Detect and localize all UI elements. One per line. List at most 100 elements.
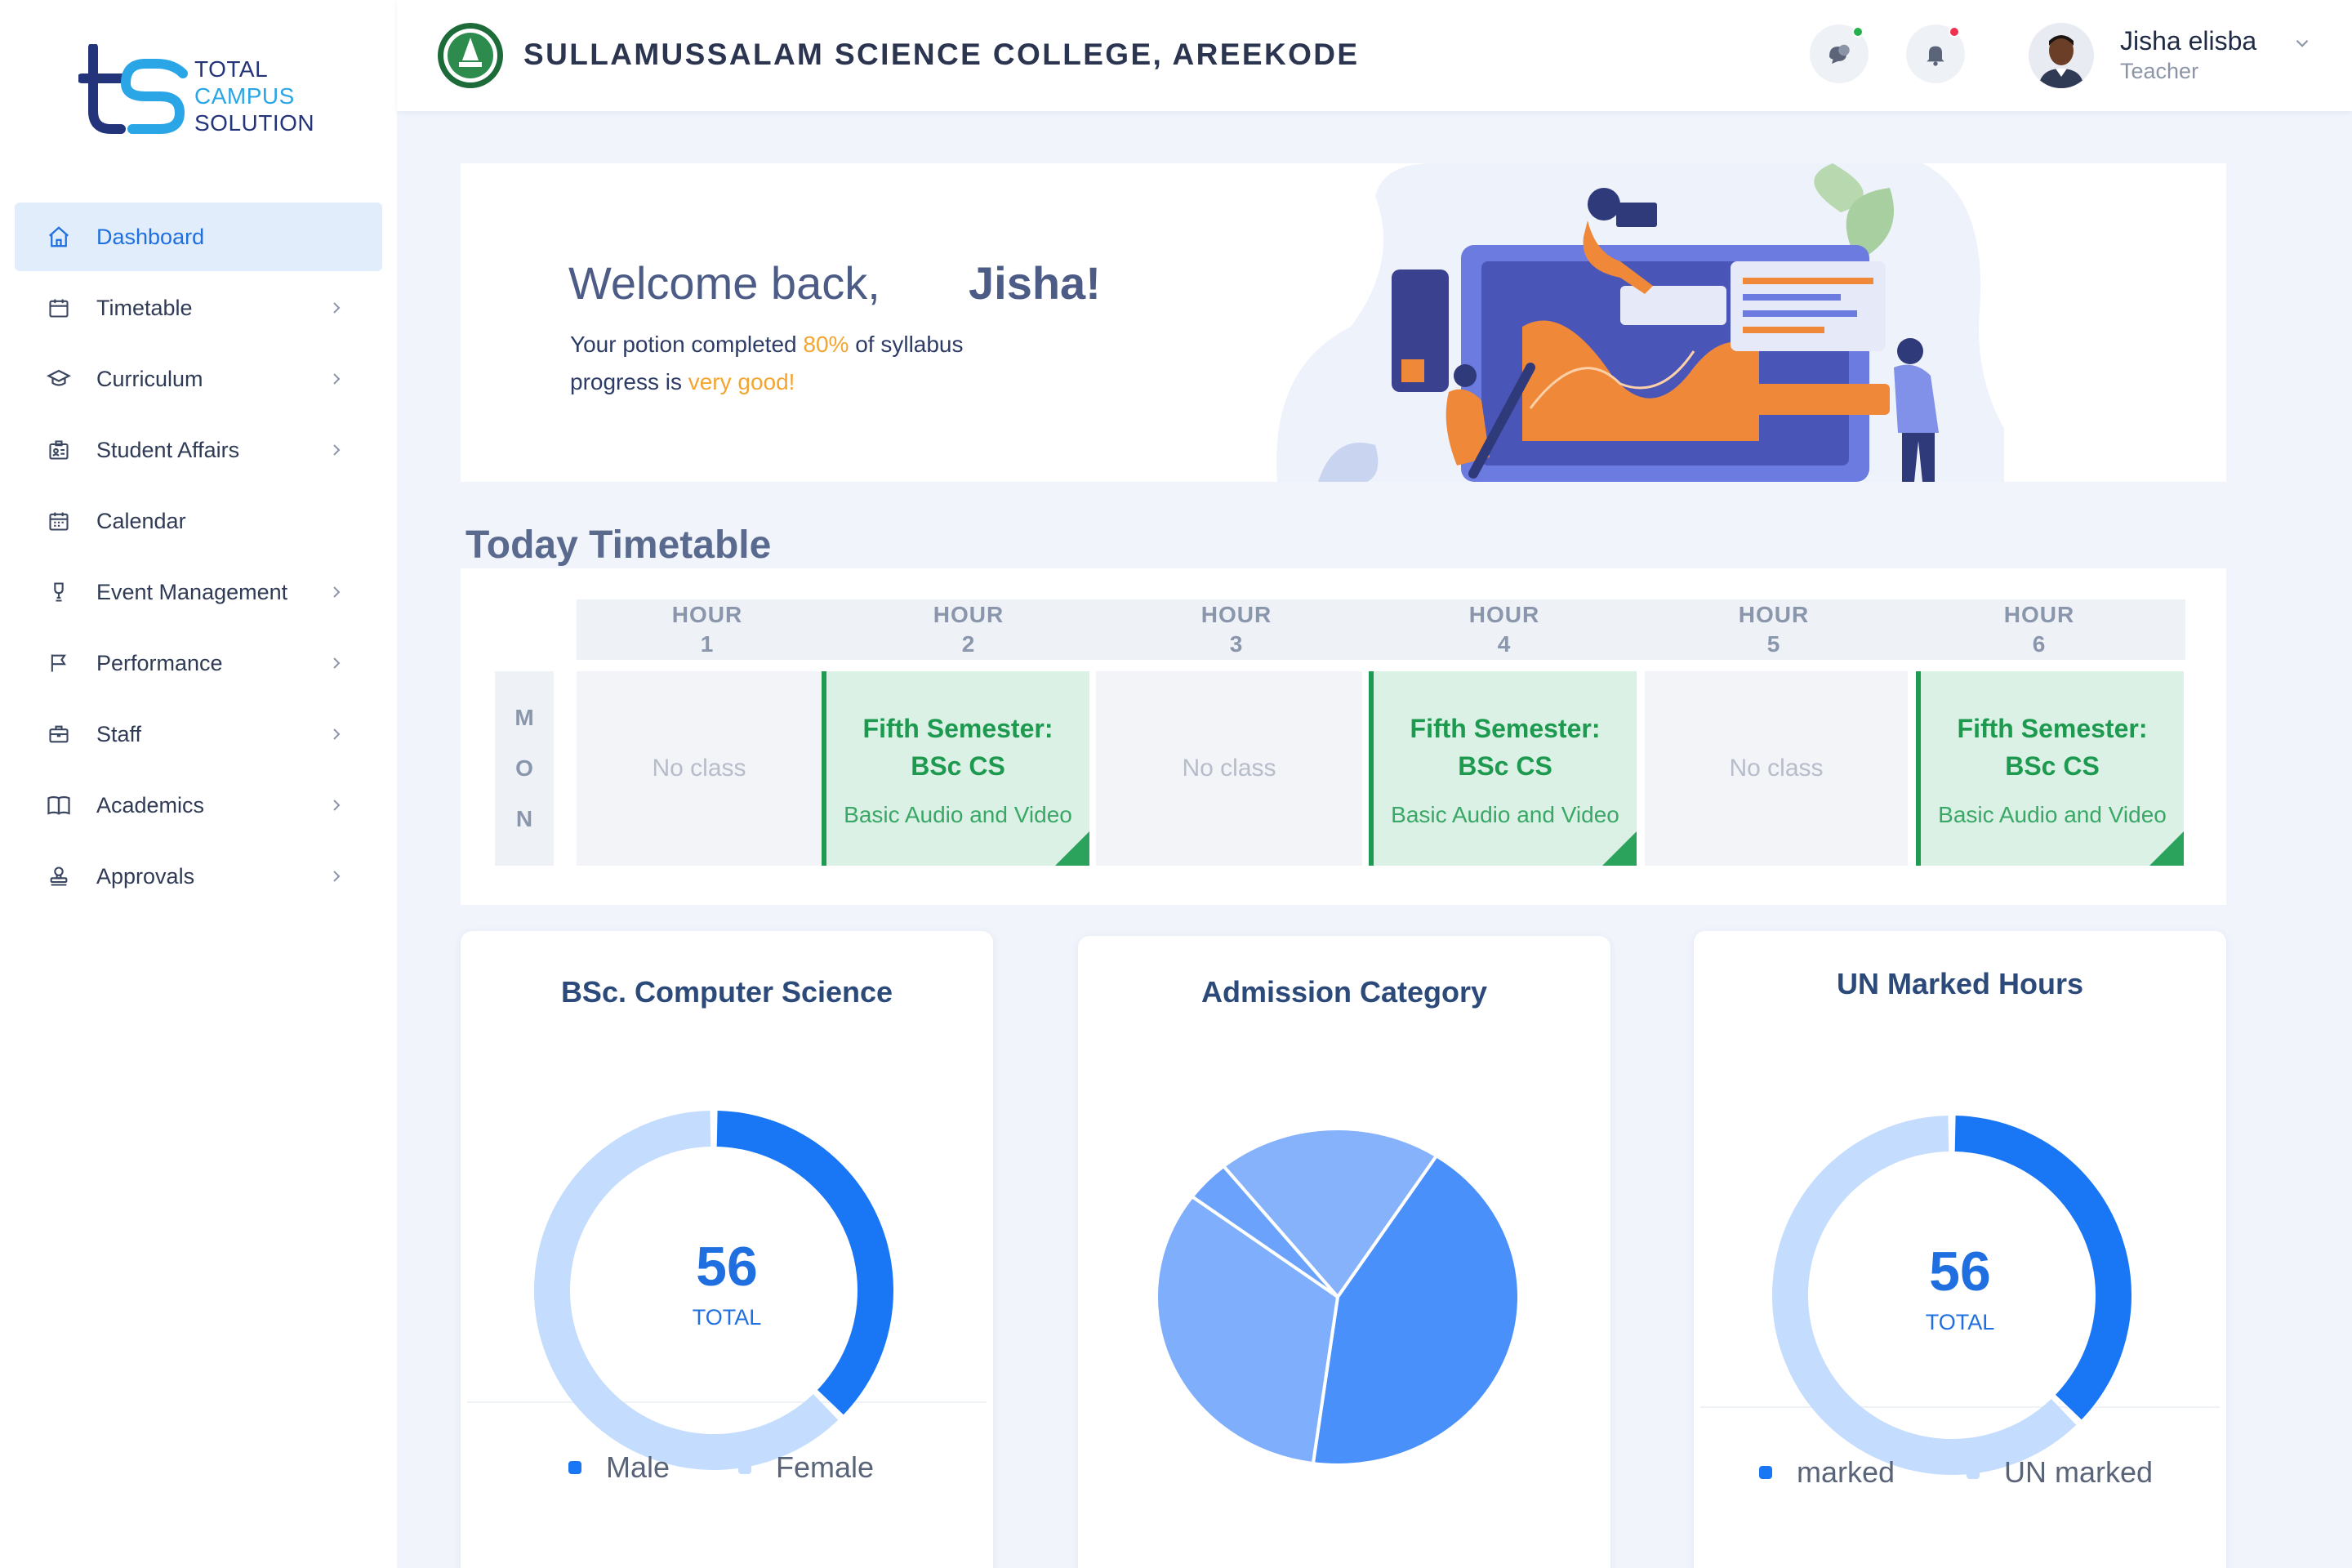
chevron-right-icon bbox=[333, 800, 341, 811]
welcome-status-text: progress is very good! bbox=[570, 369, 795, 395]
sidebar-item-calendar[interactable]: Calendar bbox=[15, 487, 382, 555]
sidebar-item-label: Calendar bbox=[96, 508, 186, 533]
dashboard-illustration bbox=[1276, 163, 2004, 482]
chevron-right-icon bbox=[333, 728, 341, 740]
class-course: BSc CS bbox=[2005, 751, 2100, 781]
syllabus-percent: 80% bbox=[803, 332, 849, 357]
hour-header-2: HOUR 2 bbox=[838, 599, 1099, 660]
hour-number: 3 bbox=[1229, 631, 1244, 657]
sidebar-item-label: Student Affairs bbox=[96, 437, 240, 462]
avatar[interactable] bbox=[2029, 23, 2094, 88]
hour-label: HOUR bbox=[1200, 602, 1272, 627]
timetable-cell-hour-6[interactable]: Fifth Semester: BSc CS Basic Audio and V… bbox=[1916, 671, 2184, 866]
admission-pie-chart bbox=[1155, 1127, 1521, 1467]
sidebar-item-timetable[interactable]: Timetable bbox=[15, 274, 382, 342]
timetable-cell-hour-4[interactable]: Fifth Semester: BSc CS Basic Audio and V… bbox=[1369, 671, 1637, 866]
welcome-line1-pre: Your potion completed bbox=[570, 332, 797, 357]
class-semester: Fifth Semester: bbox=[1410, 713, 1601, 743]
hour-label: HOUR bbox=[1738, 602, 1810, 627]
sidebar-item-dashboard[interactable]: Dashboard bbox=[15, 203, 382, 271]
timetable-cell-hour-3[interactable]: No class bbox=[1096, 671, 1362, 866]
sidebar-item-academics[interactable]: Academics bbox=[15, 771, 382, 840]
chevron-right-icon bbox=[333, 444, 341, 456]
welcome-progress-text: Your potion completed 80% of syllabus bbox=[570, 332, 964, 358]
brand-line-2: CAMPUS bbox=[194, 83, 295, 109]
brand-text: TOTAL CAMPUS SOLUTION bbox=[194, 56, 314, 136]
legend-label: Male bbox=[606, 1450, 670, 1484]
legend-item-unmarked: UN marked bbox=[1967, 1455, 2153, 1490]
chevron-right-icon bbox=[333, 657, 341, 669]
welcome-banner: Welcome back, Jisha! Your potion complet… bbox=[461, 163, 2226, 482]
hour-number: 6 bbox=[2032, 631, 2047, 657]
brand-line-1: TOTAL bbox=[194, 56, 269, 82]
timetable-cell-hour-5[interactable]: No class bbox=[1645, 671, 1908, 866]
sidebar-item-event-management[interactable]: Event Management bbox=[15, 558, 382, 626]
no-class-text: No class bbox=[1729, 755, 1824, 782]
hour-header-4: HOUR 4 bbox=[1374, 599, 1635, 660]
calendar-grid-icon bbox=[46, 508, 72, 534]
flag-icon bbox=[46, 650, 72, 676]
bell-icon bbox=[1927, 46, 1944, 66]
trophy-icon bbox=[46, 579, 72, 605]
donut-center-value: 56 bbox=[696, 1236, 758, 1298]
day-letter: N bbox=[515, 806, 533, 831]
timetable-cell-hour-1[interactable]: No class bbox=[577, 671, 822, 866]
donut-center-label: TOTAL bbox=[1925, 1310, 1995, 1334]
sidebar-item-label: Approvals bbox=[96, 863, 195, 889]
chat-icon bbox=[1829, 44, 1850, 64]
corner-marker bbox=[1055, 831, 1089, 866]
hour-label: HOUR bbox=[2003, 602, 2075, 627]
timetable-card: HOUR 1 HOUR 2 HOUR 3 HOUR 4 HOUR 5 HOUR … bbox=[461, 568, 2226, 905]
progress-rating: very good! bbox=[688, 369, 795, 394]
class-course: BSc CS bbox=[911, 751, 1005, 781]
no-class-text: No class bbox=[1182, 755, 1276, 782]
sidebar-item-approvals[interactable]: Approvals bbox=[15, 842, 382, 911]
brand-line-3: SOLUTION bbox=[194, 110, 315, 136]
stamp-icon bbox=[46, 863, 72, 889]
sidebar-item-label: Staff bbox=[96, 721, 142, 746]
chevron-right-icon bbox=[333, 871, 341, 882]
sidebar-item-label: Curriculum bbox=[96, 366, 203, 391]
hour-label: HOUR bbox=[933, 602, 1004, 627]
user-avatar-icon bbox=[2029, 23, 2094, 88]
id-card-icon bbox=[46, 437, 72, 463]
hour-number: 5 bbox=[1766, 631, 1781, 657]
welcome-greeting: Welcome back, bbox=[568, 257, 880, 309]
legend-item-male: Male bbox=[568, 1450, 670, 1485]
legend-label: marked bbox=[1797, 1455, 1895, 1489]
sidebar-item-label: Timetable bbox=[96, 295, 193, 320]
chevron-down-icon[interactable] bbox=[2292, 33, 2313, 54]
welcome-line2-pre: progress is bbox=[570, 369, 682, 394]
legend-label: UN marked bbox=[2004, 1455, 2154, 1489]
unmarked-hours-chart-card: UN Marked Hours 56 TOTAL marked UN marke… bbox=[1694, 931, 2226, 1568]
topbar: SULLAMUSSALAM SCIENCE COLLEGE, AREEKODE … bbox=[397, 0, 2352, 111]
timetable-title: Today Timetable bbox=[466, 523, 772, 567]
hour-header-3: HOUR 3 bbox=[1099, 599, 1374, 660]
hour-label: HOUR bbox=[1468, 602, 1540, 627]
ts-logo-icon bbox=[78, 44, 188, 134]
sidebar-item-student-affairs[interactable]: Student Affairs bbox=[15, 416, 382, 484]
legend-item-marked: marked bbox=[1759, 1455, 1895, 1490]
sidebar-item-performance[interactable]: Performance bbox=[15, 629, 382, 697]
no-class-text: No class bbox=[652, 755, 746, 782]
sidebar-item-curriculum[interactable]: Curriculum bbox=[15, 345, 382, 413]
timetable-cell-hour-2[interactable]: Fifth Semester: BSc CS Basic Audio and V… bbox=[822, 671, 1089, 866]
book-icon bbox=[46, 792, 72, 818]
class-subject: Basic Audio and Video bbox=[1938, 801, 2167, 827]
chat-button[interactable] bbox=[1810, 24, 1869, 83]
sidebar-item-label: Academics bbox=[96, 792, 205, 817]
chat-status-dot bbox=[1852, 26, 1864, 38]
hour-header-6: HOUR 6 bbox=[1913, 599, 2166, 660]
brand-logo[interactable]: TOTAL CAMPUS SOLUTION bbox=[78, 44, 348, 142]
graduation-cap-icon bbox=[46, 366, 72, 392]
sidebar-item-staff[interactable]: Staff bbox=[15, 700, 382, 768]
legend-swatch bbox=[738, 1461, 751, 1474]
class-semester: Fifth Semester: bbox=[862, 713, 1054, 743]
corner-marker bbox=[2149, 831, 2184, 866]
notifications-button[interactable] bbox=[1906, 24, 1965, 83]
class-subject: Basic Audio and Video bbox=[1391, 801, 1619, 827]
briefcase-icon bbox=[46, 721, 72, 747]
user-name[interactable]: Jisha elisba bbox=[2120, 26, 2256, 56]
legend-swatch bbox=[1759, 1466, 1772, 1479]
sidebar-item-label: Event Management bbox=[96, 579, 288, 604]
